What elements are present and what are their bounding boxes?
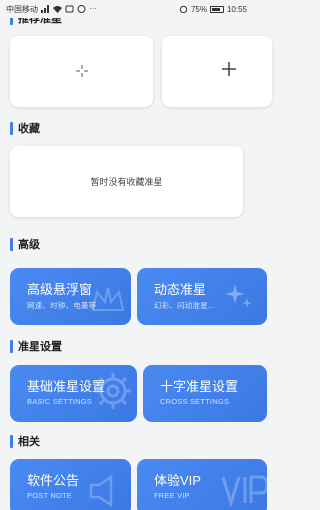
section-accent-bar xyxy=(10,339,13,353)
basic-settings-card[interactable]: 基础准星设置 BASIC SETTINGS xyxy=(10,365,137,422)
section-accent-bar xyxy=(10,121,13,135)
more-icon: ··· xyxy=(89,4,97,13)
software-notice-card[interactable]: 软件公告 POST NOTE xyxy=(10,459,131,510)
battery-percent: 75% xyxy=(190,4,207,14)
cross-settings-card[interactable]: 十字准星设置 CROSS SETTINGS xyxy=(143,365,267,422)
alarm-icon xyxy=(179,5,188,14)
plus-icon xyxy=(222,62,236,81)
favorites-panel: 暂时没有收藏准星 xyxy=(10,146,243,217)
card-subtitle: FREE VIP xyxy=(154,491,190,500)
section-related: 相关 xyxy=(10,433,40,449)
section-title: 相关 xyxy=(18,436,40,448)
card-title: 十字准星设置 xyxy=(160,379,239,394)
card-subtitle: BASIC SETTINGS xyxy=(27,397,92,406)
section-title: 准星设置 xyxy=(18,341,62,353)
battery-icon xyxy=(209,5,224,13)
section-favorites: 收藏 xyxy=(10,120,40,136)
card-subtitle: CROSS SETTINGS xyxy=(160,397,230,406)
add-crosshair-card[interactable] xyxy=(162,36,272,107)
clock: 10:55 xyxy=(226,4,247,14)
section-title: 高级 xyxy=(18,239,40,251)
notification-icon xyxy=(65,5,74,13)
carrier-label: 中国移动 xyxy=(6,4,38,14)
recommended-crosshair-card[interactable] xyxy=(10,36,153,107)
vip-icon xyxy=(221,475,267,507)
dynamic-crosshair-card[interactable]: 动态准星 幻彩、闪动准星... xyxy=(137,268,267,325)
message-icon xyxy=(77,5,86,13)
wifi-icon xyxy=(53,5,62,13)
section-accent-bar xyxy=(10,434,13,448)
crosshair-icon xyxy=(75,64,88,80)
section-accent-bar xyxy=(10,237,13,251)
empty-favorites-text: 暂时没有收藏准星 xyxy=(90,177,163,187)
advanced-floating-window-card[interactable]: 高级悬浮窗 网速、时钟、电量等 xyxy=(10,268,131,325)
section-title: 收藏 xyxy=(18,123,40,135)
card-subtitle: 幻彩、闪动准星... xyxy=(154,301,215,310)
section-advanced: 高级 xyxy=(10,236,40,252)
free-vip-card[interactable]: 体验VIP FREE VIP xyxy=(137,459,267,510)
section-crosshair-settings: 准星设置 xyxy=(10,338,62,354)
card-subtitle: POST NOTE xyxy=(27,491,73,500)
card-subtitle: 网速、时钟、电量等 xyxy=(27,301,97,310)
status-bar: 中国移动 ··· 75% 10:55 xyxy=(0,0,253,18)
signal-icon xyxy=(41,5,50,13)
